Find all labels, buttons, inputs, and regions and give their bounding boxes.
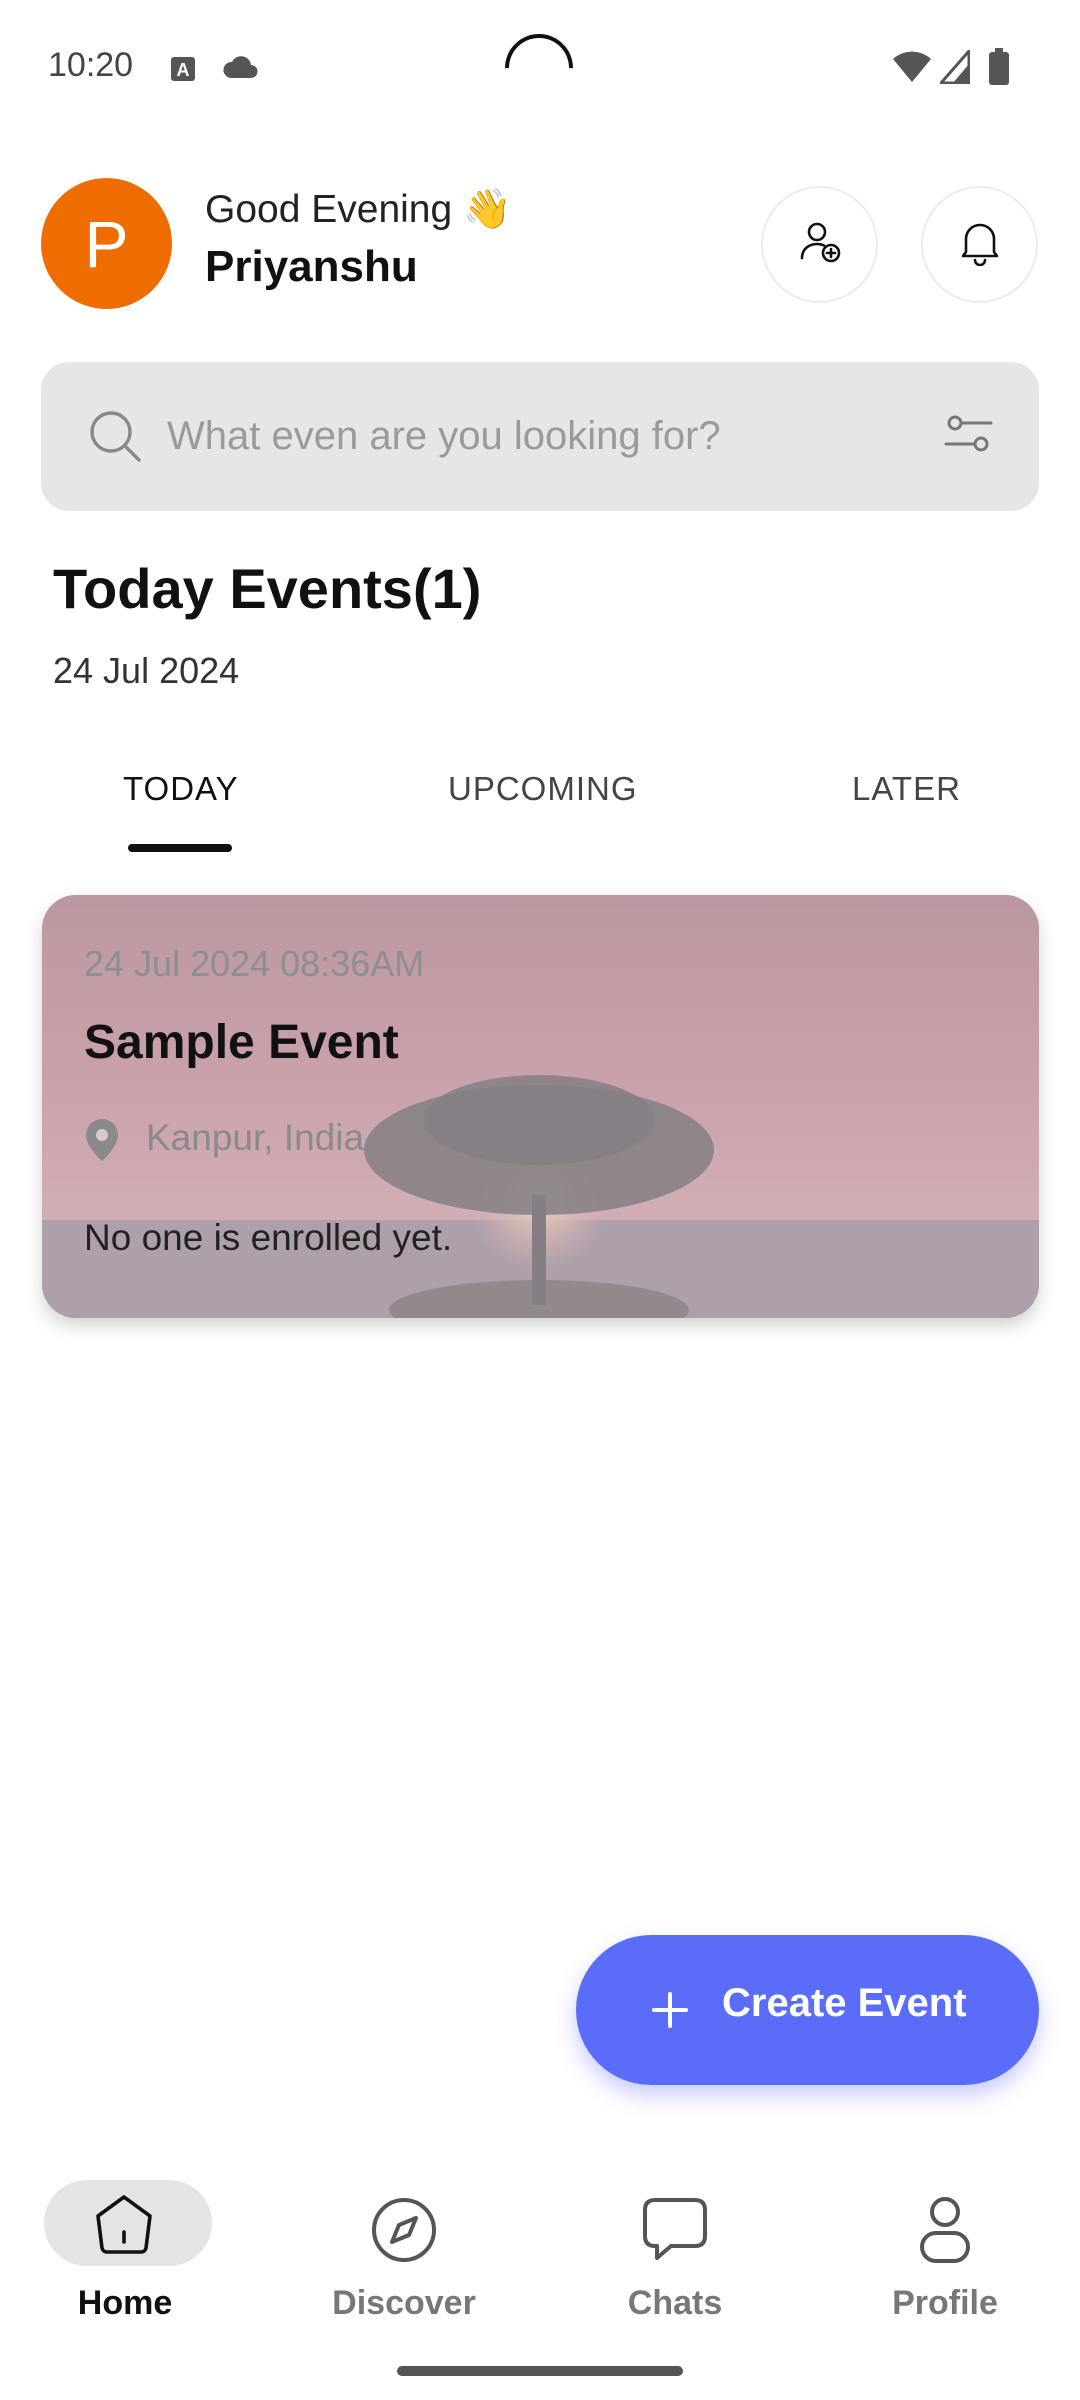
tab-later[interactable]: LATER [852, 770, 961, 808]
search-bar[interactable] [41, 362, 1039, 511]
tab-upcoming[interactable]: UPCOMING [448, 770, 638, 808]
home-icon [90, 2192, 158, 2261]
event-title: Sample Event [84, 1016, 399, 1069]
status-time: 10:20 [48, 46, 134, 84]
search-input[interactable] [167, 406, 927, 466]
notifications-button[interactable] [921, 186, 1038, 303]
create-event-button[interactable]: Create Event [576, 1935, 1039, 2085]
nav-label-profile: Profile [892, 2284, 998, 2322]
create-event-label: Create Event [722, 1981, 967, 2025]
nav-label-home: Home [77, 2284, 173, 2322]
nav-label-chats: Chats [627, 2284, 723, 2322]
compass-icon [370, 2196, 438, 2269]
add-user-icon [796, 218, 844, 271]
nav-label-discover: Discover [332, 2284, 476, 2322]
event-enrolled-status: No one is enrolled yet. [84, 1217, 453, 1258]
status-bar: 10:20 A [0, 0, 1080, 135]
avatar[interactable]: P [41, 178, 172, 309]
location-pin-icon [84, 1117, 120, 1168]
event-card[interactable]: 24 Jul 2024 08:36AM Sample Event Kanpur,… [42, 895, 1039, 1318]
section-title: Today Events(1) [53, 557, 482, 620]
person-icon [919, 2196, 971, 2269]
chat-icon [641, 2196, 709, 2267]
nav-item-home[interactable]: Home [35, 2154, 235, 2354]
greeting-text: Good Evening 👋 [205, 188, 512, 231]
event-datetime: 24 Jul 2024 08:36AM [84, 943, 425, 984]
event-location: Kanpur, India [146, 1117, 365, 1158]
event-tabs: TODAY UPCOMING LATER [0, 760, 1080, 856]
svg-text:A: A [177, 60, 190, 80]
nav-item-discover[interactable]: Discover [304, 2154, 504, 2354]
tab-today[interactable]: TODAY [123, 770, 239, 808]
signal-icon [937, 47, 971, 89]
bell-icon [958, 218, 1002, 271]
tab-active-indicator [128, 844, 232, 852]
wifi-icon [892, 50, 932, 89]
cloud-icon [222, 56, 260, 85]
add-user-button[interactable] [761, 186, 878, 303]
avatar-letter: P [84, 206, 129, 281]
section-date: 24 Jul 2024 [53, 650, 240, 691]
filter-icon[interactable] [943, 410, 995, 463]
home-gesture-bar[interactable] [397, 2366, 683, 2376]
bottom-navigation: Home Discover Chats Profile [0, 2130, 1080, 2400]
nav-item-chats[interactable]: Chats [575, 2154, 775, 2354]
battery-icon [988, 48, 1010, 91]
search-icon [87, 408, 143, 469]
nav-item-profile[interactable]: Profile [845, 2154, 1045, 2354]
a-box-icon: A [170, 56, 196, 87]
camera-cutout [490, 19, 588, 117]
username: Priyanshu [205, 242, 418, 291]
plus-icon [650, 1990, 690, 2035]
